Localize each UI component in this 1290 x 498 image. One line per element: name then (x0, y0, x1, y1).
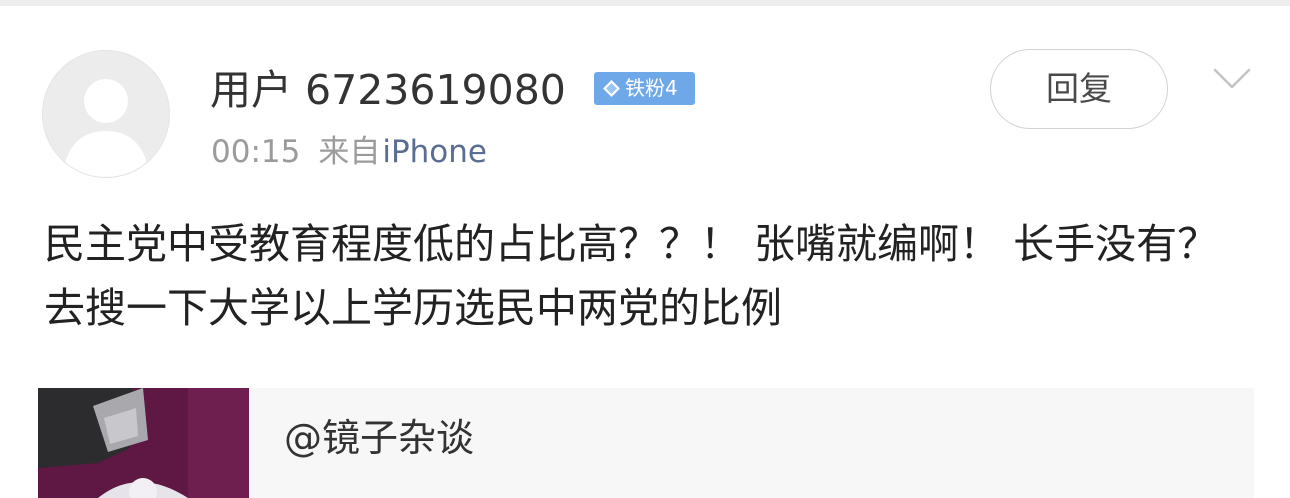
user-avatar[interactable] (42, 50, 170, 178)
thumbnail-image-icon (38, 388, 249, 498)
post-body: 民主党中受教育程度低的占比高？？！ 张嘴就编啊！ 长手没有？ 去搜一下大学以上学… (44, 220, 1219, 332)
fan-badge-label: 铁粉4 (625, 76, 678, 100)
diamond-icon (603, 80, 620, 97)
fan-level-badge[interactable]: 铁粉4 (594, 72, 695, 105)
chevron-down-icon[interactable] (1212, 66, 1252, 92)
quoted-post-card[interactable]: @镜子杂谈 (38, 388, 1254, 498)
source-prefix: 来自 (318, 134, 381, 170)
quoted-author[interactable]: @镜子杂谈 (284, 412, 474, 464)
username[interactable]: 用户 6723619080 (210, 62, 566, 118)
post-time: 00:15 (211, 134, 301, 170)
quoted-post-thumbnail (38, 388, 249, 498)
post-meta: 00:15 来自iPhone (211, 131, 487, 173)
default-avatar-icon (43, 51, 169, 177)
reply-button[interactable]: 回复 (990, 49, 1168, 129)
top-divider (0, 0, 1290, 6)
source-device-link[interactable]: iPhone (382, 134, 487, 170)
